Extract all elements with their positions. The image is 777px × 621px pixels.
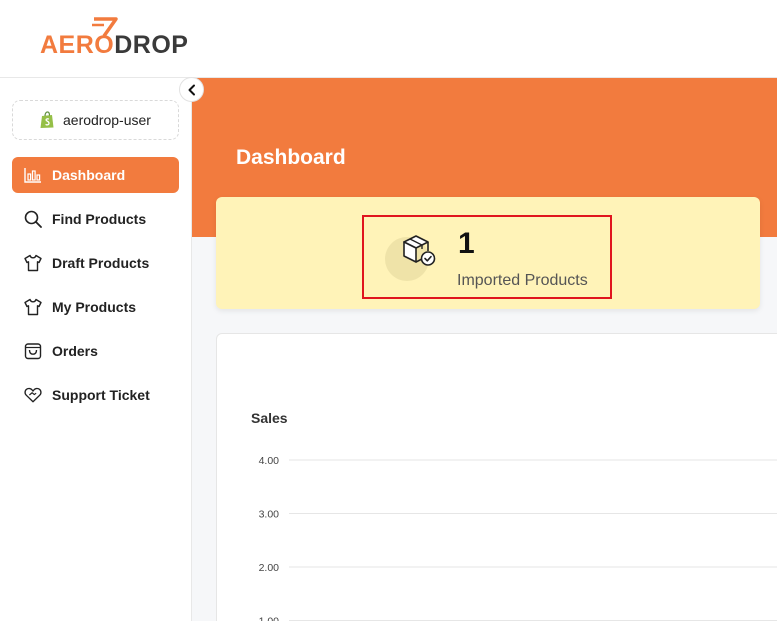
sidebar-item-dashboard[interactable]: Dashboard: [12, 157, 179, 193]
sidebar-item-find-products[interactable]: Find Products: [12, 201, 179, 237]
main-content: Dashboard 1 Imported Products Sales 4.00…: [192, 78, 777, 621]
logo-text-drop: DROP: [114, 31, 189, 59]
app-root: AERO DROP aerodrop-user Dashboard Find P…: [0, 0, 777, 621]
sidebar-item-orders[interactable]: Orders: [12, 333, 179, 369]
sidebar-item-label: Support Ticket: [52, 387, 150, 403]
sidebar-collapse-button[interactable]: [179, 77, 204, 102]
logo[interactable]: AERO DROP: [40, 17, 189, 59]
sidebar-item-label: Find Products: [52, 211, 147, 227]
y-tick-label: 4.00: [259, 455, 280, 467]
shirt-icon: [24, 254, 42, 272]
heart-handshake-icon: [24, 386, 42, 404]
store-selector[interactable]: aerodrop-user: [12, 100, 179, 140]
sidebar: aerodrop-user Dashboard Find Products Dr…: [0, 78, 192, 621]
shopping-bag-icon: [24, 342, 42, 360]
y-tick-label: 1.00: [259, 616, 280, 621]
bar-chart-icon: [24, 166, 42, 184]
imported-products-card: 1 Imported Products: [216, 197, 760, 309]
y-tick-label: 2.00: [259, 562, 280, 574]
shirt-icon: [24, 298, 42, 316]
sidebar-item-support-ticket[interactable]: Support Ticket: [12, 377, 179, 413]
sidebar-item-my-products[interactable]: My Products: [12, 289, 179, 325]
logo-mark-icon: [92, 17, 118, 38]
store-name: aerodrop-user: [63, 112, 151, 128]
page-title: Dashboard: [236, 146, 346, 169]
shopify-icon: [40, 111, 54, 128]
sidebar-item-draft-products[interactable]: Draft Products: [12, 245, 179, 281]
search-icon: [24, 210, 42, 228]
sidebar-nav: Dashboard Find Products Draft Products M…: [12, 157, 179, 421]
sidebar-item-label: Orders: [52, 343, 98, 359]
sales-chart: 4.00 3.00 2.00 1.00: [259, 455, 777, 621]
sidebar-item-label: Draft Products: [52, 255, 150, 271]
sidebar-item-label: Dashboard: [52, 167, 126, 183]
y-tick-label: 3.00: [259, 509, 280, 521]
highlight-box: [362, 215, 612, 299]
top-bar: AERO DROP: [0, 0, 777, 78]
chevron-left-icon: [188, 84, 195, 95]
sidebar-item-label: My Products: [52, 299, 137, 315]
sales-chart-card: Sales 4.003.002.001.00: [216, 333, 777, 621]
